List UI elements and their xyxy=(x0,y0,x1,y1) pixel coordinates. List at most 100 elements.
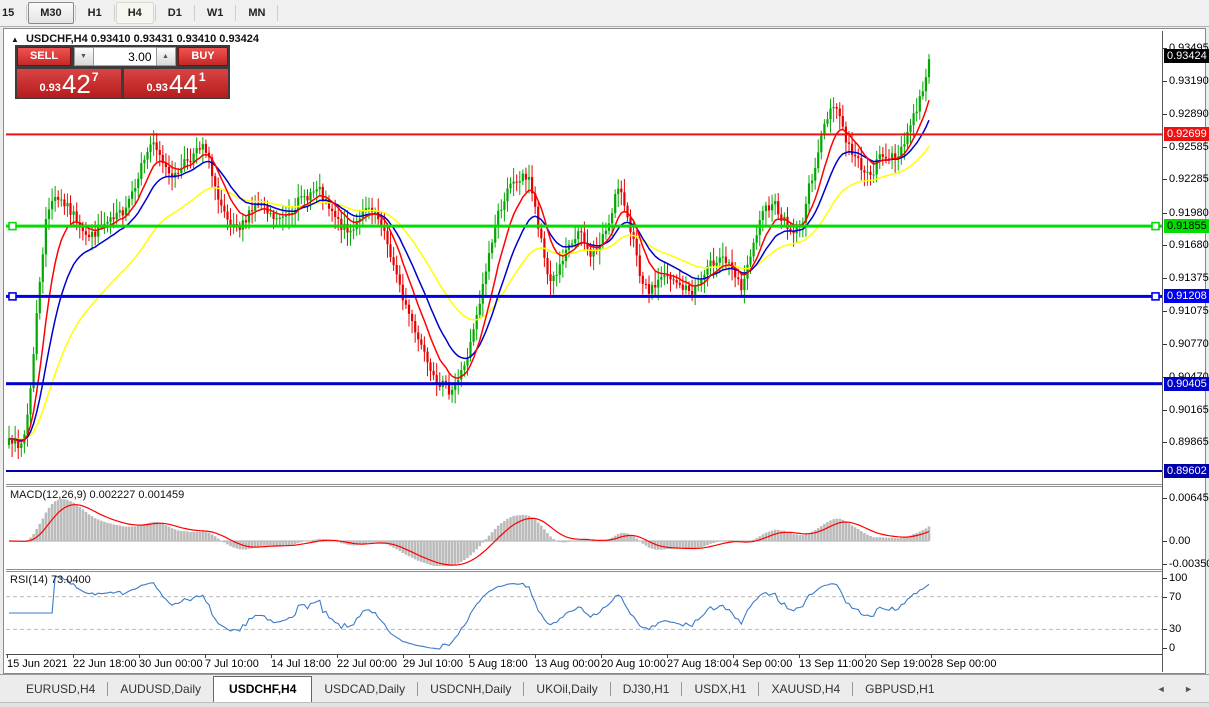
pane-splitter[interactable] xyxy=(6,569,1205,572)
buy-price-pip: 1 xyxy=(199,70,206,84)
tab-gbpusd-h1[interactable]: GBPUSD,H1 xyxy=(853,677,946,702)
axis-tick xyxy=(1163,410,1167,411)
chart-symbol-label: USDCHF,H4 xyxy=(26,33,88,45)
ohlc-close: 0.93424 xyxy=(219,33,259,45)
hline-handle[interactable] xyxy=(9,293,16,300)
ohlc-low: 0.93410 xyxy=(176,33,216,45)
toolbar-separator xyxy=(114,5,115,21)
hline-handle[interactable] xyxy=(1152,223,1159,230)
tab-usdcad-daily[interactable]: USDCAD,Daily xyxy=(312,677,417,702)
price-tick-label: 0.91375 xyxy=(1169,272,1209,285)
pane-splitter[interactable] xyxy=(6,484,1205,487)
time-tick-label: 7 Jul 10:00 xyxy=(205,658,259,670)
rsi-chart[interactable] xyxy=(6,572,1162,654)
timeframe-toolbar: 15M30H1H4D1W1MN xyxy=(0,0,1209,27)
axis-tick xyxy=(1163,442,1167,443)
tab-audusd-daily[interactable]: AUDUSD,Daily xyxy=(108,677,213,702)
tab-usdchf-h4[interactable]: USDCHF,H4 xyxy=(213,676,312,703)
buy-price-prefix: 0.93 xyxy=(146,82,167,94)
price-tick-label: 0.91680 xyxy=(1169,239,1209,252)
rsi-pane[interactable]: RSI(14) 73.0400 xyxy=(6,572,1162,654)
toolbar-separator xyxy=(235,5,236,21)
rsi-tick-label: 30 xyxy=(1169,623,1181,636)
toolbar-separator xyxy=(194,5,195,21)
one-click-trade-panel: SELL ▼ ▲ BUY 0.93 42 7 0.93 xyxy=(15,45,230,99)
price-tick-label: 0.93190 xyxy=(1169,75,1209,88)
hline-price-label: 0.90405 xyxy=(1164,377,1209,391)
time-tick-label: 15 Jun 2021 xyxy=(7,658,68,670)
price-tick-label: 0.92285 xyxy=(1169,173,1209,186)
price-tick-label: 0.90165 xyxy=(1169,404,1209,417)
macd-tick-label: -0.00350 xyxy=(1169,558,1209,571)
axis-tick xyxy=(1163,311,1167,312)
ma-slow-line xyxy=(9,146,929,439)
axis-tick xyxy=(1163,629,1167,630)
hline-price-label: 0.92699 xyxy=(1164,127,1209,141)
hline-handle[interactable] xyxy=(9,223,16,230)
time-tick-label: 22 Jun 18:00 xyxy=(73,658,137,670)
macd-pane[interactable]: MACD(12,26,9) 0.002227 0.001459 xyxy=(6,487,1162,569)
time-tick-label: 4 Sep 00:00 xyxy=(733,658,792,670)
chart-window: ▲ USDCHF,H4 0.93410 0.93431 0.93410 0.93… xyxy=(3,28,1206,674)
tab-eurusd-h4[interactable]: EURUSD,H4 xyxy=(14,677,107,702)
chart-ohlc-header: ▲ USDCHF,H4 0.93410 0.93431 0.93410 0.93… xyxy=(11,33,259,45)
tab-usdcnh-daily[interactable]: USDCNH,Daily xyxy=(418,677,523,702)
toolbar-separator xyxy=(26,5,27,21)
timeframe-button-m30[interactable]: M30 xyxy=(28,2,73,24)
timeframe-button-h4[interactable]: H4 xyxy=(116,2,154,24)
time-tick-label: 20 Aug 10:00 xyxy=(601,658,666,670)
rsi-tick-label: 0 xyxy=(1169,642,1175,655)
volume-increase-icon[interactable]: ▲ xyxy=(156,47,176,66)
timeframe-button-h1[interactable]: H1 xyxy=(77,3,113,23)
timeframe-button-d1[interactable]: D1 xyxy=(157,3,193,23)
current-price-label: 0.93424 xyxy=(1164,49,1209,63)
volume-decrease-icon[interactable]: ▼ xyxy=(74,47,94,66)
macd-tick-label: 0.006451 xyxy=(1169,492,1209,505)
time-tick-label: 27 Aug 18:00 xyxy=(667,658,732,670)
tab-xauusd-h4[interactable]: XAUUSD,H4 xyxy=(759,677,852,702)
tab-scroll-left-icon[interactable]: ◄ xyxy=(1157,684,1174,694)
time-axis: 15 Jun 202122 Jun 18:0030 Jun 00:007 Jul… xyxy=(6,654,1205,672)
sell-price-pip: 7 xyxy=(92,70,99,84)
tab-dj30-h1[interactable]: DJ30,H1 xyxy=(611,677,682,702)
tab-ukoil-daily[interactable]: UKOil,Daily xyxy=(524,677,609,702)
buy-price-display[interactable]: 0.93 44 1 xyxy=(124,69,228,98)
price-axis: 0.934950.931900.928900.925850.922850.919… xyxy=(1162,31,1205,672)
tab-usdx-h1[interactable]: USDX,H1 xyxy=(682,677,758,702)
sell-price-prefix: 0.93 xyxy=(39,82,60,94)
horizontal-scrollbar[interactable] xyxy=(0,702,1209,707)
hline-0.90405[interactable] xyxy=(6,382,1162,385)
time-tick-label: 29 Jul 10:00 xyxy=(403,658,463,670)
plot-column: ▲ USDCHF,H4 0.93410 0.93431 0.93410 0.93… xyxy=(6,31,1162,672)
timeframe-button-mn[interactable]: MN xyxy=(237,3,276,23)
sell-button[interactable]: SELL xyxy=(17,47,71,66)
hline-0.91208[interactable] xyxy=(6,293,1162,300)
hline-0.92699[interactable] xyxy=(6,133,1162,135)
toolbar-separator xyxy=(75,5,76,21)
tab-scroll-right-icon[interactable]: ► xyxy=(1184,684,1201,694)
time-tick-label: 5 Aug 18:00 xyxy=(469,658,528,670)
axis-tick xyxy=(1163,81,1167,82)
axis-tick xyxy=(1163,578,1167,579)
hline-price-label: 0.91208 xyxy=(1164,289,1209,303)
axis-tick xyxy=(1163,498,1167,499)
buy-button[interactable]: BUY xyxy=(178,47,228,66)
rsi-label: RSI(14) 73.0400 xyxy=(10,574,91,586)
timeframe-button-15[interactable]: 15 xyxy=(0,3,25,23)
axis-tick xyxy=(1163,597,1167,598)
chart-tab-bar: EURUSD,H4AUDUSD,DailyUSDCHF,H4USDCAD,Dai… xyxy=(0,674,1209,702)
axis-tick xyxy=(1163,114,1167,115)
axis-tick xyxy=(1163,245,1167,246)
ohlc-high: 0.93431 xyxy=(134,33,174,45)
buy-price-big: 44 xyxy=(169,71,198,97)
collapse-arrow-icon[interactable]: ▲ xyxy=(11,35,19,44)
hline-0.89602[interactable] xyxy=(6,470,1162,472)
axis-tick xyxy=(1163,344,1167,345)
hline-handle[interactable] xyxy=(1152,293,1159,300)
sell-price-big: 42 xyxy=(62,71,91,97)
axis-tick xyxy=(1163,213,1167,214)
sell-price-display[interactable]: 0.93 42 7 xyxy=(17,69,121,98)
price-pane[interactable]: ▲ USDCHF,H4 0.93410 0.93431 0.93410 0.93… xyxy=(6,31,1162,484)
timeframe-button-w1[interactable]: W1 xyxy=(196,3,235,23)
volume-input[interactable] xyxy=(94,47,156,66)
